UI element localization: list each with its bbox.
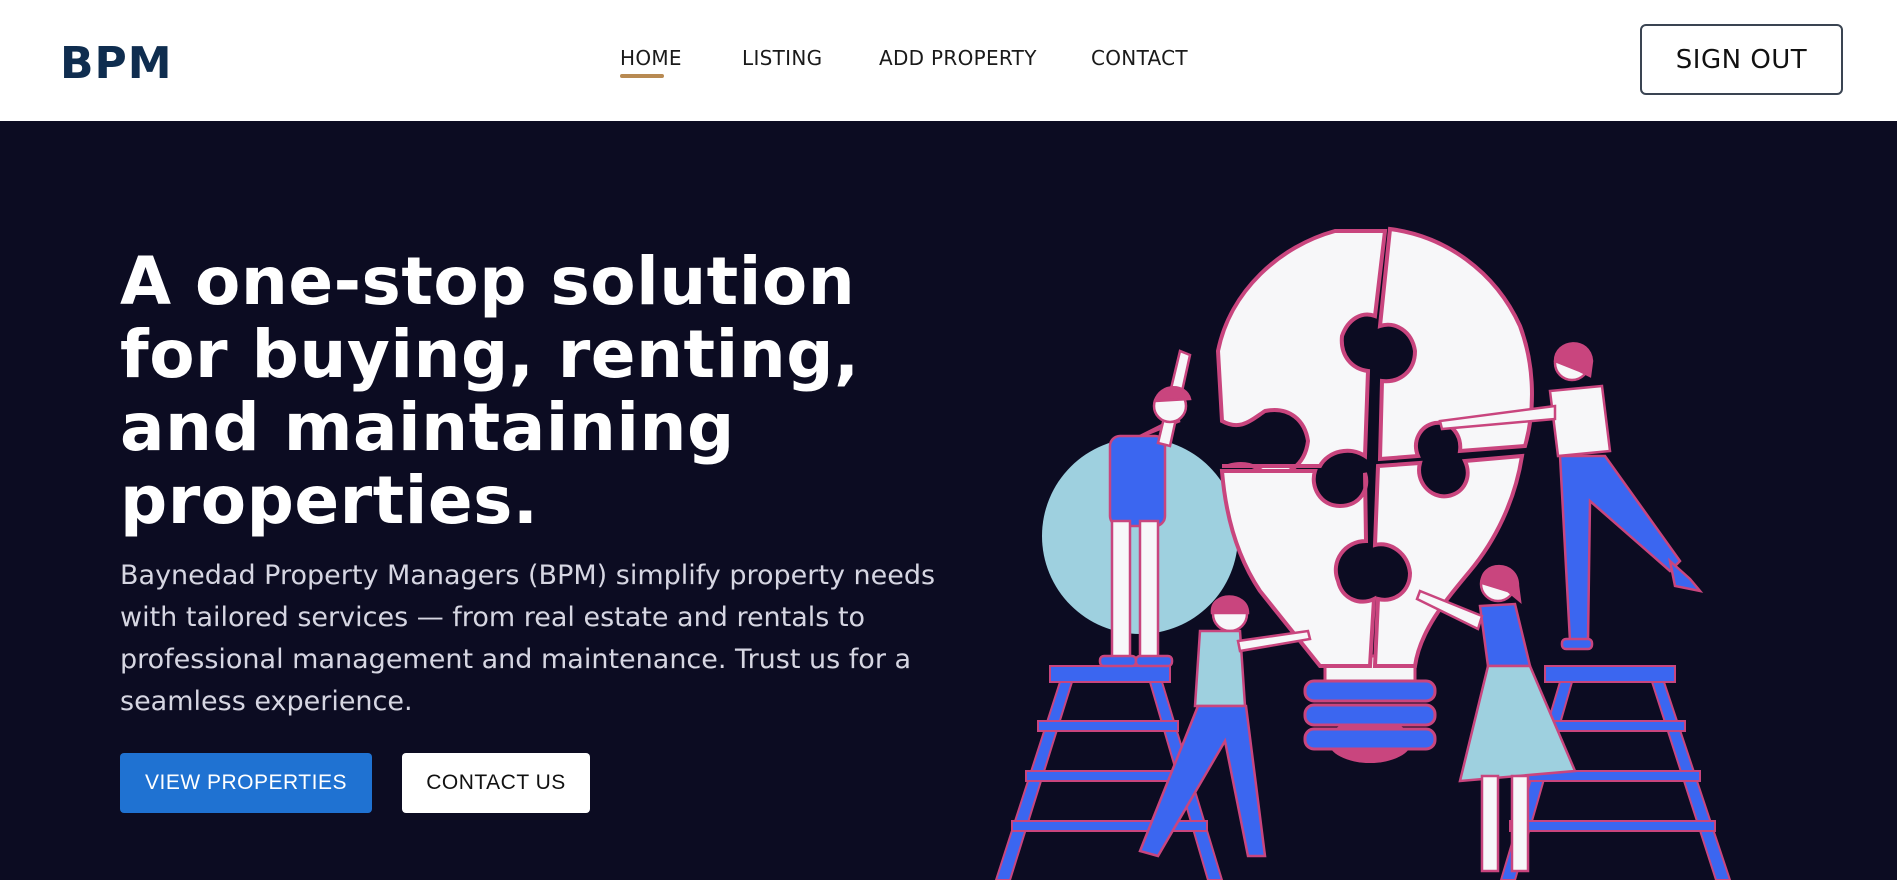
puzzle-bulb-icon <box>1215 226 1534 668</box>
hero-headline: A one-stop solution for buying, renting,… <box>120 243 860 539</box>
view-properties-button[interactable]: VIEW PROPERTIES <box>120 753 372 813</box>
nav-contact[interactable]: CONTACT <box>1091 46 1188 70</box>
bulb-base-icon <box>1303 654 1437 763</box>
hero-description: Baynedad Property Managers (BPM) simplif… <box>120 560 936 717</box>
nav-home[interactable]: HOME <box>620 46 682 78</box>
contact-us-button[interactable]: CONTACT US <box>402 753 590 813</box>
main-nav: HOME LISTING ADD PROPERTY CONTACT <box>0 46 1897 86</box>
sign-out-button[interactable]: SIGN OUT <box>1640 24 1843 95</box>
lightbulb-puzzle-team-illustration <box>994 226 1732 880</box>
nav-listing[interactable]: LISTING <box>742 46 822 70</box>
nav-add-property[interactable]: ADD PROPERTY <box>879 46 1037 70</box>
top-navigation-bar: BPM HOME LISTING ADD PROPERTY CONTACT SI… <box>0 0 1897 121</box>
